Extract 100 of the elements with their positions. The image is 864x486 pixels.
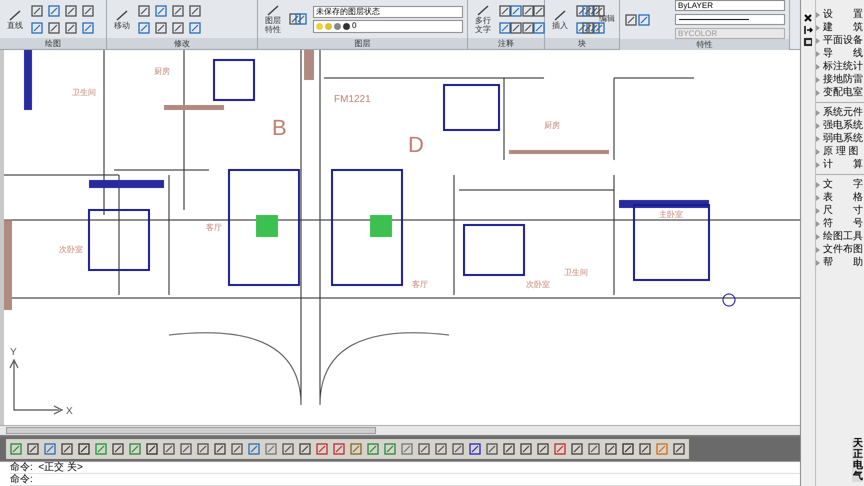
tool-icon[interactable]: [171, 20, 185, 34]
sidebar-menu-item[interactable]: 强电系统: [816, 119, 864, 132]
sidebar-menu-item[interactable]: 符 号: [816, 217, 864, 230]
tool-icon[interactable]: [532, 20, 546, 34]
tool-icon[interactable]: [64, 4, 78, 18]
ribbon-button[interactable]: 移动: [111, 8, 133, 30]
tool-icon[interactable]: [196, 442, 210, 456]
tool-icon[interactable]: [188, 4, 202, 18]
tool-icon[interactable]: [294, 12, 308, 26]
tool-icon[interactable]: [434, 442, 448, 456]
drawing-canvas[interactable]: 厨房 卫生间 B FM1221 D 厨房 客厅 次卧室 主卧室 客厅 次卧室 卫生间 X Y: [4, 50, 800, 425]
tool-icon[interactable]: [520, 20, 534, 34]
tool-icon[interactable]: [60, 442, 74, 456]
sidebar-menu-item[interactable]: 导 线: [816, 47, 864, 60]
tool-icon[interactable]: [580, 20, 595, 34]
ribbon-button[interactable]: 图层特性: [262, 4, 284, 34]
sidebar-menu-item[interactable]: 文件布图: [816, 243, 864, 256]
panel-title: 绘图: [0, 38, 106, 49]
sidebar-menu-item[interactable]: 原 理 图: [816, 145, 864, 158]
tool-icon[interactable]: [532, 4, 546, 18]
sidebar-menu-item[interactable]: 文 字: [816, 178, 864, 191]
ribbon-button[interactable]: 多行文字: [472, 4, 494, 34]
tool-icon[interactable]: [575, 4, 589, 18]
tool-icon[interactable]: [145, 442, 159, 456]
close-icon[interactable]: [804, 14, 812, 22]
tool-icon[interactable]: [586, 4, 600, 18]
tool-icon[interactable]: [137, 4, 151, 18]
tool-icon[interactable]: [570, 442, 584, 456]
tool-icon[interactable]: [179, 442, 193, 456]
tool-icon[interactable]: [26, 442, 40, 456]
tool-icon[interactable]: [520, 4, 534, 18]
tool-icon[interactable]: [81, 4, 95, 18]
sidebar-menu-item[interactable]: 标注统计: [816, 60, 864, 73]
tool-icon[interactable]: [417, 442, 431, 456]
tool-icon[interactable]: [672, 442, 686, 456]
sidebar-menu-item[interactable]: 建 筑: [816, 21, 864, 34]
tool-icon[interactable]: [575, 20, 589, 34]
tool-icon[interactable]: [137, 20, 151, 34]
tool-icon[interactable]: [509, 4, 524, 18]
ribbon-button[interactable]: 编辑: [599, 13, 615, 25]
tool-icon[interactable]: [230, 442, 244, 456]
tool-icon[interactable]: [451, 442, 465, 456]
tool-icon[interactable]: [485, 442, 499, 456]
tool-icon[interactable]: [77, 442, 91, 456]
tool-icon[interactable]: [162, 442, 176, 456]
sidebar-menu-item[interactable]: 计 算: [816, 158, 864, 171]
sidebar-menu-item[interactable]: 绘图工具: [816, 230, 864, 243]
tool-icon[interactable]: [498, 20, 512, 34]
tool-icon[interactable]: [154, 4, 168, 18]
layer-dropdown[interactable]: 0: [313, 20, 463, 32]
tool-icon[interactable]: [519, 442, 533, 456]
tool-icon[interactable]: [64, 20, 78, 34]
tool-icon[interactable]: [636, 12, 650, 26]
sidebar-menu-item[interactable]: 系统元件: [816, 106, 864, 119]
tool-icon[interactable]: [298, 442, 312, 456]
tool-icon[interactable]: [580, 4, 595, 18]
linetype-dropdown[interactable]: [675, 14, 785, 25]
tool-icon[interactable]: [553, 442, 567, 456]
tool-icon[interactable]: [281, 442, 295, 456]
tool-icon[interactable]: [81, 20, 95, 34]
sidebar-menu-item[interactable]: 接地防雷: [816, 73, 864, 86]
tool-icon[interactable]: [171, 4, 185, 18]
tool-icon[interactable]: [587, 442, 601, 456]
tool-icon[interactable]: [498, 4, 512, 18]
pin-icon[interactable]: [804, 26, 812, 34]
sidebar-menu-item[interactable]: 设 置: [816, 8, 864, 21]
command-line[interactable]: 命令:: [10, 474, 800, 486]
tool-icon[interactable]: [586, 20, 600, 34]
tool-icon[interactable]: [188, 20, 202, 34]
tool-icon[interactable]: [154, 20, 168, 34]
panel-icon[interactable]: [804, 38, 812, 46]
sidebar-menu-item[interactable]: 变配电室: [816, 86, 864, 99]
tool-icon[interactable]: [47, 4, 61, 18]
tool-icon[interactable]: [213, 442, 227, 456]
tool-icon[interactable]: [638, 442, 652, 456]
ribbon-button[interactable]: 插入: [549, 8, 571, 30]
tool-icon[interactable]: [468, 442, 482, 456]
tool-icon[interactable]: [536, 442, 550, 456]
layer-state-dropdown[interactable]: 未保存的图层状态: [313, 6, 463, 18]
tool-icon[interactable]: [30, 20, 44, 34]
sidebar-menu-item[interactable]: 表 格: [816, 191, 864, 204]
tool-icon[interactable]: [502, 442, 516, 456]
sidebar-menu-item[interactable]: 尺 寸: [816, 204, 864, 217]
color-dropdown[interactable]: ByLAYER: [675, 0, 785, 11]
ribbon-button[interactable]: 直线: [4, 8, 26, 30]
tool-icon[interactable]: [315, 442, 329, 456]
tool-icon[interactable]: [509, 20, 524, 34]
tool-icon[interactable]: [604, 442, 618, 456]
sidebar-menu-item[interactable]: 平面设备: [816, 34, 864, 47]
tool-icon[interactable]: [30, 4, 44, 18]
sidebar-menu-item[interactable]: 弱电系统: [816, 132, 864, 145]
tool-icon[interactable]: [288, 12, 302, 26]
tool-icon[interactable]: [111, 442, 125, 456]
tool-icon[interactable]: [624, 12, 638, 26]
tool-icon[interactable]: [592, 20, 606, 34]
sidebar-menu-item[interactable]: 帮 助: [816, 256, 864, 269]
scroll-bar[interactable]: [6, 427, 376, 434]
tool-icon[interactable]: [621, 442, 635, 456]
tool-icon[interactable]: [47, 20, 61, 34]
tool-icon[interactable]: [332, 442, 346, 456]
